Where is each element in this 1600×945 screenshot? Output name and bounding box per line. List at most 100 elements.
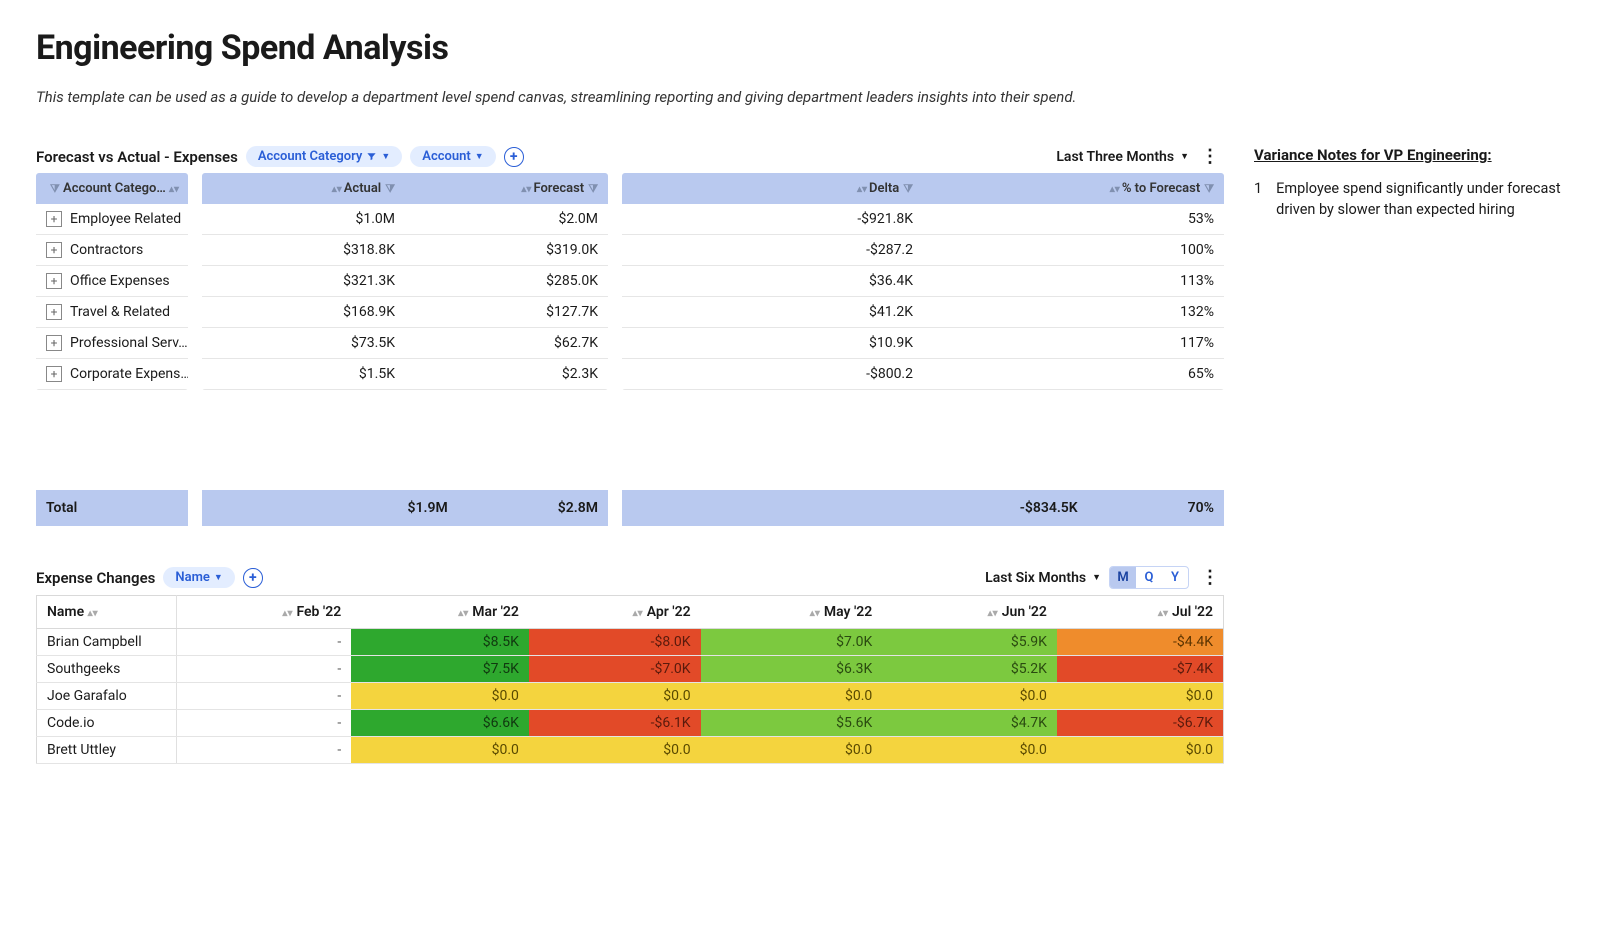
expand-icon[interactable]: + bbox=[46, 273, 62, 289]
change-cell: - bbox=[177, 656, 352, 683]
col-delta[interactable]: ▴▾Delta⧩ bbox=[622, 173, 923, 204]
changes-title: Expense Changes bbox=[36, 569, 155, 587]
col-feb[interactable]: ▴▾Feb '22 bbox=[177, 596, 352, 629]
cell-delta: $41.2K bbox=[622, 297, 923, 328]
cell-pct: 113% bbox=[923, 266, 1224, 297]
table-row[interactable]: +Office Expenses bbox=[36, 266, 188, 297]
change-cell: -$6.7K bbox=[1057, 710, 1224, 737]
changes-block-header: Expense Changes Name ▼ + Last Six Months… bbox=[36, 566, 1224, 589]
forecast-table-delta-pct: ▴▾Delta⧩ ▴▾% to Forecast⧩ -$921.8K53%-$2… bbox=[622, 173, 1224, 390]
table-row[interactable]: +Professional Serv… bbox=[36, 328, 188, 359]
table-row-name[interactable]: Code.io bbox=[37, 710, 177, 737]
cell-forecast: $2.3K bbox=[405, 359, 608, 390]
expand-icon[interactable]: + bbox=[46, 304, 62, 320]
kebab-menu-icon[interactable]: ⋮ bbox=[1197, 567, 1224, 588]
col-jul[interactable]: ▴▾Jul '22 bbox=[1057, 596, 1224, 629]
expand-icon[interactable]: + bbox=[46, 335, 62, 351]
col-mar[interactable]: ▴▾Mar '22 bbox=[351, 596, 529, 629]
change-cell: $0.0 bbox=[882, 737, 1057, 764]
change-cell: $7.5K bbox=[351, 656, 529, 683]
cell-actual: $73.5K bbox=[202, 328, 405, 359]
add-dimension-button[interactable]: + bbox=[504, 147, 524, 167]
table-row[interactable]: +Employee Related bbox=[36, 204, 188, 235]
table-row[interactable]: +Contractors bbox=[36, 235, 188, 266]
chevron-down-icon: ▼ bbox=[1092, 572, 1101, 583]
change-cell: $5.6K bbox=[701, 710, 883, 737]
chevron-down-icon: ▼ bbox=[1180, 151, 1189, 162]
change-cell: $5.2K bbox=[882, 656, 1057, 683]
chevron-down-icon: ▼ bbox=[381, 151, 390, 162]
table-row[interactable]: +Corporate Expens… bbox=[36, 359, 188, 390]
time-range-dropdown[interactable]: Last Six Months ▼ bbox=[985, 570, 1101, 586]
chevron-down-icon: ▼ bbox=[214, 572, 223, 583]
change-cell: $6.6K bbox=[351, 710, 529, 737]
col-jun[interactable]: ▴▾Jun '22 bbox=[882, 596, 1057, 629]
change-cell: $8.5K bbox=[351, 629, 529, 656]
col-may[interactable]: ▴▾May '22 bbox=[701, 596, 883, 629]
change-cell: - bbox=[177, 737, 352, 764]
cell-delta: -$287.2 bbox=[622, 235, 923, 266]
table-row[interactable]: +Travel & Related bbox=[36, 297, 188, 328]
change-cell: -$4.4K bbox=[1057, 629, 1224, 656]
pill-account-category[interactable]: Account Category ▼ bbox=[246, 146, 402, 167]
time-range-dropdown[interactable]: Last Three Months ▼ bbox=[1056, 149, 1189, 165]
cell-forecast: $319.0K bbox=[405, 235, 608, 266]
forecast-title: Forecast vs Actual - Expenses bbox=[36, 148, 238, 166]
total-actual-forecast: $1.9M$2.8M bbox=[202, 490, 608, 526]
cell-pct: 132% bbox=[923, 297, 1224, 328]
col-pct[interactable]: ▴▾% to Forecast⧩ bbox=[923, 173, 1224, 204]
pill-account[interactable]: Account ▼ bbox=[410, 146, 495, 167]
total-delta-pct: -$834.5K70% bbox=[622, 490, 1224, 526]
cell-forecast: $285.0K bbox=[405, 266, 608, 297]
time-range-label: Last Three Months bbox=[1056, 149, 1174, 165]
table-row-name[interactable]: Southgeeks bbox=[37, 656, 177, 683]
change-cell: -$6.1K bbox=[529, 710, 701, 737]
note-text: Employee spend significantly under forec… bbox=[1276, 178, 1564, 220]
forecast-block-header: Forecast vs Actual - Expenses Account Ca… bbox=[36, 146, 1224, 167]
note-index: 1 bbox=[1254, 178, 1262, 220]
cell-delta: -$800.2 bbox=[622, 359, 923, 390]
expand-icon[interactable]: + bbox=[46, 242, 62, 258]
table-row-name[interactable]: Brian Campbell bbox=[37, 629, 177, 656]
change-cell: $6.3K bbox=[701, 656, 883, 683]
sort-icon: ▴▾ bbox=[169, 184, 179, 195]
period-toggle: M Q Y bbox=[1109, 566, 1189, 589]
change-cell: $0.0 bbox=[701, 737, 883, 764]
period-y[interactable]: Y bbox=[1162, 567, 1188, 588]
change-cell: $0.0 bbox=[351, 737, 529, 764]
change-cell: $0.0 bbox=[1057, 737, 1224, 764]
add-dimension-button[interactable]: + bbox=[243, 568, 263, 588]
cell-forecast: $2.0M bbox=[405, 204, 608, 235]
col-actual[interactable]: ▴▾Actual⧩ bbox=[202, 173, 405, 204]
filter-icon: ⧩ bbox=[50, 182, 60, 195]
kebab-menu-icon[interactable]: ⋮ bbox=[1197, 146, 1224, 167]
cell-forecast: $127.7K bbox=[405, 297, 608, 328]
change-cell: - bbox=[177, 710, 352, 737]
expand-icon[interactable]: + bbox=[46, 211, 62, 227]
change-cell: - bbox=[177, 629, 352, 656]
cell-delta: -$921.8K bbox=[622, 204, 923, 235]
change-cell: -$7.4K bbox=[1057, 656, 1224, 683]
cell-pct: 100% bbox=[923, 235, 1224, 266]
cell-actual: $318.8K bbox=[202, 235, 405, 266]
pill-name[interactable]: Name ▼ bbox=[163, 567, 234, 588]
col-name[interactable]: Name ▴▾ bbox=[37, 596, 177, 629]
change-cell: $4.7K bbox=[882, 710, 1057, 737]
col-forecast[interactable]: ▴▾Forecast⧩ bbox=[405, 173, 608, 204]
col-category[interactable]: ⧩ Account Catego… ▴▾ bbox=[36, 173, 188, 204]
table-row-name[interactable]: Brett Uttley bbox=[37, 737, 177, 764]
period-m[interactable]: M bbox=[1110, 567, 1136, 588]
period-q[interactable]: Q bbox=[1136, 567, 1162, 588]
change-cell: $0.0 bbox=[529, 737, 701, 764]
expand-icon[interactable]: + bbox=[46, 366, 62, 382]
table-row-name[interactable]: Joe Garafalo bbox=[37, 683, 177, 710]
intro-text: This template can be used as a guide to … bbox=[36, 88, 1564, 106]
change-cell: $7.0K bbox=[701, 629, 883, 656]
col-apr[interactable]: ▴▾Apr '22 bbox=[529, 596, 701, 629]
forecast-table-category: ⧩ Account Catego… ▴▾ +Employee Related+C… bbox=[36, 173, 188, 390]
cell-actual: $168.9K bbox=[202, 297, 405, 328]
total-label: Total bbox=[36, 490, 188, 526]
change-cell: $0.0 bbox=[529, 683, 701, 710]
cell-delta: $36.4K bbox=[622, 266, 923, 297]
cell-forecast: $62.7K bbox=[405, 328, 608, 359]
